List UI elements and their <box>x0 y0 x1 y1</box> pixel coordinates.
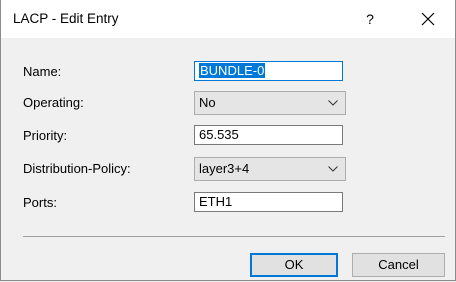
name-label: Name: <box>23 64 62 79</box>
operating-label: Operating: <box>23 95 84 110</box>
help-button[interactable]: ? <box>357 6 383 32</box>
ports-input-value: ETH1 <box>199 194 233 209</box>
priority-input-value: 65.535 <box>199 127 239 142</box>
title-bar: LACP - Edit Entry ? <box>1 0 455 38</box>
distribution-policy-select[interactable]: layer3+4 <box>194 157 346 181</box>
name-input[interactable]: BUNDLE-0 <box>194 61 343 81</box>
ok-button[interactable]: OK <box>250 253 338 277</box>
window-title: LACP - Edit Entry <box>13 11 119 26</box>
distribution-policy-select-value: layer3+4 <box>199 161 250 176</box>
cancel-button[interactable]: Cancel <box>352 253 445 277</box>
distribution-policy-label: Distribution-Policy: <box>23 161 131 176</box>
priority-input[interactable]: 65.535 <box>194 125 343 145</box>
chevron-down-icon <box>328 166 338 172</box>
separator <box>23 236 445 237</box>
close-icon <box>421 12 435 26</box>
operating-select[interactable]: No <box>194 91 346 115</box>
close-button[interactable] <box>410 5 446 33</box>
priority-label: Priority: <box>23 128 68 143</box>
ports-label: Ports: <box>23 195 57 210</box>
chevron-down-icon <box>328 100 338 106</box>
lacp-edit-dialog: LACP - Edit Entry ? Name: BUNDLE-0 Opera… <box>0 0 456 281</box>
operating-select-value: No <box>199 95 216 110</box>
name-input-value: BUNDLE-0 <box>199 63 266 78</box>
ports-input[interactable]: ETH1 <box>194 192 343 212</box>
